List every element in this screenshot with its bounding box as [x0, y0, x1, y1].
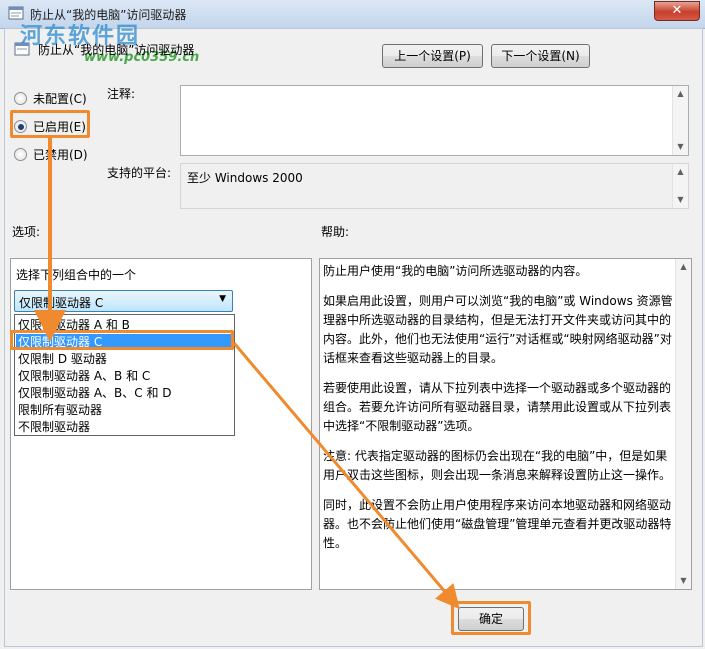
annotation-arrows: [34, 138, 460, 610]
annotation-arrow: [232, 342, 460, 610]
